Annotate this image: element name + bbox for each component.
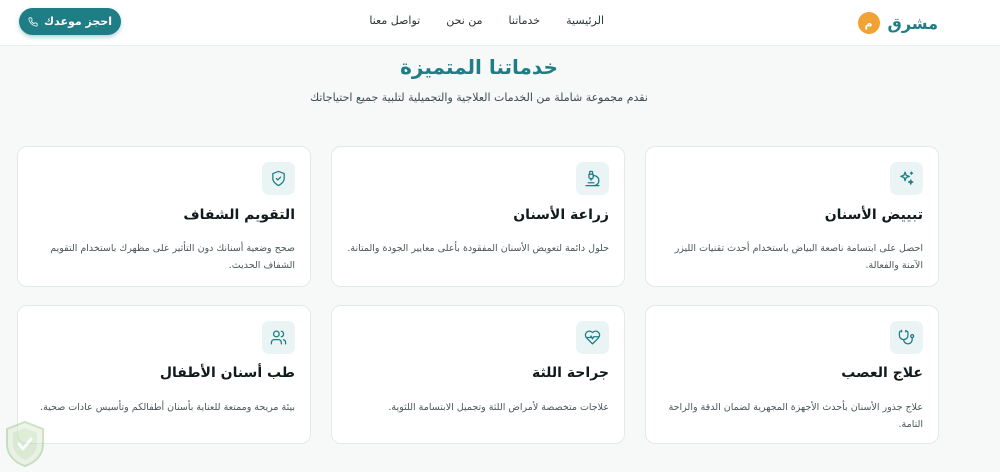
- nav-item-services[interactable]: خدماتنا: [509, 14, 541, 27]
- card-description: احصل على ابتسامة ناصعة البياض باستخدام أ…: [674, 243, 923, 271]
- nav-item-home[interactable]: الرئيسية: [566, 14, 604, 27]
- card-icon-box: [262, 321, 295, 354]
- section-subtitle: نقدم مجموعة شاملة من الخدمات العلاجية وا…: [310, 91, 648, 104]
- card-icon-box: [576, 162, 609, 195]
- card-title: زراعة الأسنان: [513, 207, 609, 223]
- card-icon-box: [890, 321, 923, 354]
- site-header: مشرق م الرئيسية خدماتنا من نحن تواصل معن…: [0, 0, 1000, 46]
- service-card-root-canal[interactable]: علاج العصب علاج جذور الأسنان بأحدث الأجه…: [645, 305, 939, 444]
- sparkles-icon: [900, 171, 914, 185]
- card-title: التقويم الشفاف: [183, 207, 295, 223]
- service-card-implants[interactable]: زراعة الأسنان حلول دائمة لتعويض الأسنان …: [331, 146, 625, 287]
- section-title: خدماتنا المتميزة: [400, 55, 558, 79]
- card-icon-box: [576, 321, 609, 354]
- card-description: بيئة مريحة وممتعة للعناية بأسنان أطفالكم…: [40, 402, 295, 413]
- brand-name: مشرق: [887, 13, 938, 33]
- nav-item-about[interactable]: من نحن: [446, 14, 482, 27]
- card-title: علاج العصب: [841, 365, 923, 381]
- cta-label: احجز موعدك: [44, 15, 112, 28]
- card-title: جراحة اللثة: [531, 365, 609, 381]
- card-description: علاجات متخصصة لأمراض اللثة وتجميل الابتس…: [388, 402, 609, 413]
- nav-item-contact[interactable]: تواصل معنا: [369, 14, 420, 27]
- shield-check-icon: [272, 170, 285, 187]
- main-nav: الرئيسية خدماتنا من نحن تواصل معنا: [369, 14, 604, 27]
- service-card-whitening[interactable]: تبييض الأسنان احصل على ابتسامة ناصعة الب…: [645, 146, 939, 287]
- watermark-seal-icon: [6, 420, 44, 468]
- heart-pulse-icon: [584, 330, 601, 345]
- service-card-gum-surgery[interactable]: جراحة اللثة علاجات متخصصة لأمراض اللثة و…: [331, 305, 625, 444]
- stethoscope-icon: [898, 329, 915, 345]
- card-title: تبييض الأسنان: [824, 207, 923, 223]
- brand[interactable]: مشرق م: [857, 10, 938, 36]
- card-description: صحح وضعية أسنانك دون التأثير على مظهرك ب…: [50, 243, 295, 271]
- card-title: طب أسنان الأطفال: [159, 365, 295, 381]
- service-card-clear-aligners[interactable]: التقويم الشفاف صحح وضعية أسنانك دون التأ…: [17, 146, 311, 287]
- brand-logo-icon: م: [857, 12, 880, 34]
- microscope-icon: [585, 170, 600, 187]
- card-icon-box: [890, 162, 923, 195]
- users-icon: [270, 330, 287, 345]
- book-appointment-button[interactable]: احجز موعدك: [19, 8, 121, 35]
- service-card-pediatric[interactable]: طب أسنان الأطفال بيئة مريحة وممتعة للعنا…: [17, 305, 311, 444]
- card-icon-box: [262, 162, 295, 195]
- card-description: علاج جذور الأسنان بأحدث الأجهزة المجهرية…: [668, 402, 923, 430]
- phone-icon: [28, 16, 38, 27]
- card-description: حلول دائمة لتعويض الأسنان المفقودة بأعلى…: [347, 243, 609, 254]
